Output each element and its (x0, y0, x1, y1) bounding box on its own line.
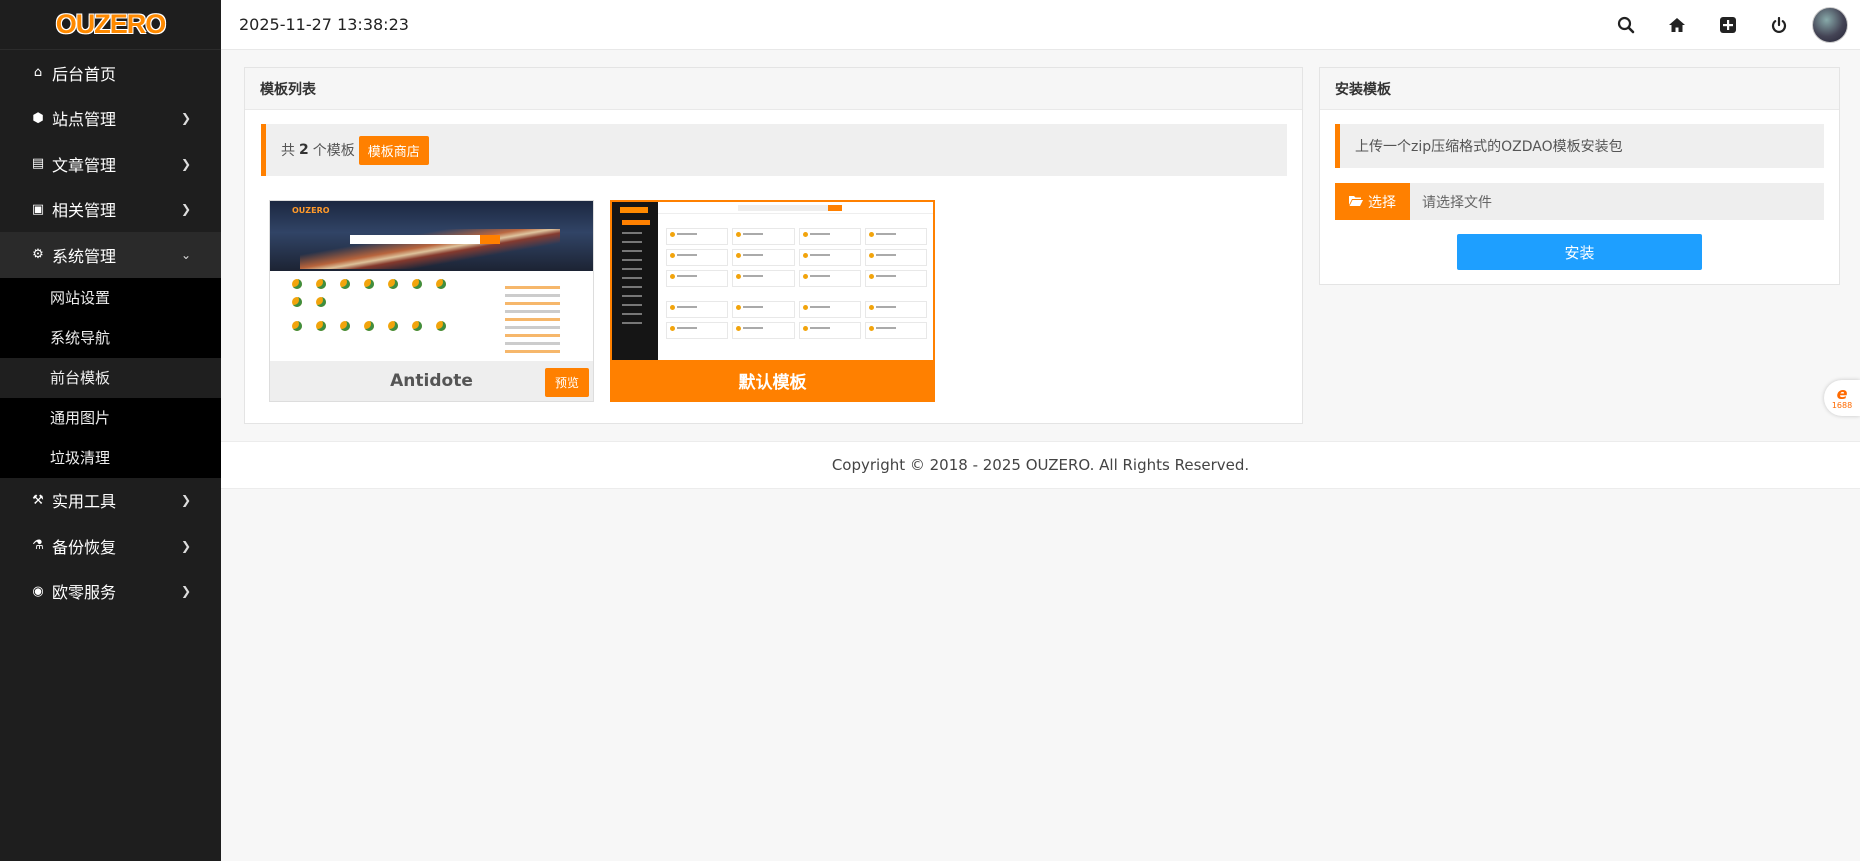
sidebar-item-related[interactable]: ▣ 相关管理 ❯ (0, 187, 221, 233)
thumbnail-logo: OUZERO (292, 206, 330, 215)
chevron-right-icon: ❯ (180, 111, 191, 126)
home-icon: ⌂ (33, 65, 43, 81)
count-suffix: 个模板 (312, 143, 355, 159)
footer: Copyright © 2018 - 2025 OUZERO. All Righ… (221, 441, 1860, 489)
template-thumbnail: OUZERO (270, 201, 593, 361)
chevron-right-icon: ❯ (180, 156, 191, 171)
sidebar-item-dashboard[interactable]: ⌂ 后台首页 (0, 50, 221, 96)
count-prefix: 共 (281, 143, 295, 159)
sidebar-item-label: 文章管理 (52, 155, 117, 175)
topbar: 2025-11-27 13:38:23 (221, 0, 1860, 50)
search-icon[interactable] (1600, 0, 1651, 50)
gear-icon: ⚙ (32, 247, 44, 263)
template-name: 默认模板 (738, 372, 807, 393)
sidebar-item-sites[interactable]: ⬢ 站点管理 ❯ (0, 96, 221, 142)
chevron-right-icon: ❯ (180, 584, 191, 599)
template-thumbnail (612, 202, 933, 362)
template-name-bar: Antidote 预览 (270, 361, 593, 401)
cube-icon: ⬢ (32, 110, 44, 126)
chevron-down-icon: ⌄ (180, 247, 191, 262)
sidebar-item-system[interactable]: ⚙ 系统管理 ⌄ (0, 232, 221, 278)
install-button[interactable]: 安装 (1457, 234, 1702, 270)
hammer-icon: ⚒ (32, 492, 44, 508)
template-name: Antidote (390, 371, 473, 391)
copyright: Copyright © 2018 - 2025 OUZERO. All Righ… (831, 456, 1250, 474)
template-list-panel: 模板列表 共 2 个模板 模板商店 OUZERO Antidote 预览 默认模… (244, 67, 1303, 424)
logo[interactable]: OUZERO (0, 0, 221, 50)
sidebar-item-site-settings[interactable]: 网站设置 (0, 278, 221, 318)
system-submenu: 网站设置 系统导航 前台模板 通用图片 垃圾清理 (0, 277, 221, 478)
sidebar-item-frontend-templates[interactable]: 前台模板 (0, 357, 221, 398)
logo-text: OUZERO (55, 9, 167, 39)
sidebar-item-label: 系统管理 (52, 246, 117, 266)
sidebar-item-label: 实用工具 (52, 492, 117, 512)
template-name-bar: 默认模板 (612, 360, 933, 400)
datetime: 2025-11-27 13:38:23 (239, 15, 409, 34)
topbar-actions (1600, 0, 1860, 50)
sidebar-item-label: 备份恢复 (52, 537, 117, 557)
choose-label: 选择 (1368, 194, 1396, 211)
template-count: 2 (299, 142, 309, 158)
sidebar-item-tools[interactable]: ⚒ 实用工具 ❯ (0, 478, 221, 524)
install-template-panel: 安装模板 上传一个zip压缩格式的OZDAO模板安装包 选择 请选择文件 安装 (1319, 67, 1840, 285)
sidebar-item-backup[interactable]: ⚗ 备份恢复 ❯ (0, 523, 221, 569)
sidebar-item-common-images[interactable]: 通用图片 (0, 398, 221, 438)
chevron-right-icon: ❯ (180, 538, 191, 553)
sidebar-item-label: 欧零服务 (52, 583, 117, 603)
sidebar-item-ouzero-services[interactable]: ◉ 欧零服务 ❯ (0, 569, 221, 615)
file-input[interactable]: 请选择文件 (1410, 183, 1824, 220)
badge-text: 1688 (1831, 400, 1853, 410)
target-icon: ◉ (32, 583, 44, 599)
sidebar-item-label: 站点管理 (52, 110, 117, 130)
sidebar-item-garbage-cleanup[interactable]: 垃圾清理 (0, 438, 221, 478)
panel-title: 模板列表 (245, 68, 1302, 110)
float-1688-badge[interactable]: e 1688 (1824, 380, 1860, 416)
sidebar-menu: ⌂ 后台首页 ⬢ 站点管理 ❯ ▤ 文章管理 ❯ ▣ 相关管理 ❯ ⚙ 系统管理… (0, 50, 221, 614)
flask-icon: ⚗ (32, 538, 44, 554)
install-info: 上传一个zip压缩格式的OZDAO模板安装包 (1335, 124, 1824, 168)
sidebar-item-label: 相关管理 (52, 201, 117, 221)
template-store-button[interactable]: 模板商店 (358, 135, 429, 165)
chevron-right-icon: ❯ (180, 202, 191, 217)
template-count-bar: 共 2 个模板 模板商店 (261, 124, 1287, 176)
file-picker: 选择 请选择文件 (1335, 183, 1824, 220)
ali-logo-icon: e (1836, 383, 1848, 403)
sidebar: OUZERO ⌂ 后台首页 ⬢ 站点管理 ❯ ▤ 文章管理 ❯ ▣ 相关管理 ❯… (0, 0, 221, 861)
template-card-antidote[interactable]: OUZERO Antidote 预览 (269, 200, 594, 402)
power-icon[interactable] (1753, 0, 1804, 50)
sidebar-item-articles[interactable]: ▤ 文章管理 ❯ (0, 141, 221, 187)
chevron-right-icon: ❯ (180, 493, 191, 508)
template-card-default[interactable]: 默认模板 (610, 200, 935, 402)
panel-title: 安装模板 (1320, 68, 1839, 110)
sidebar-item-label: 后台首页 (52, 64, 117, 84)
gift-icon: ▣ (31, 201, 45, 217)
folder-open-icon (1349, 195, 1363, 209)
plus-square-icon[interactable] (1702, 0, 1753, 50)
home-icon[interactable] (1651, 0, 1702, 50)
book-icon: ▤ (31, 156, 45, 172)
preview-button[interactable]: 预览 (544, 368, 589, 397)
avatar[interactable] (1812, 7, 1848, 43)
sidebar-item-system-nav[interactable]: 系统导航 (0, 318, 221, 358)
choose-file-button[interactable]: 选择 (1335, 183, 1410, 220)
